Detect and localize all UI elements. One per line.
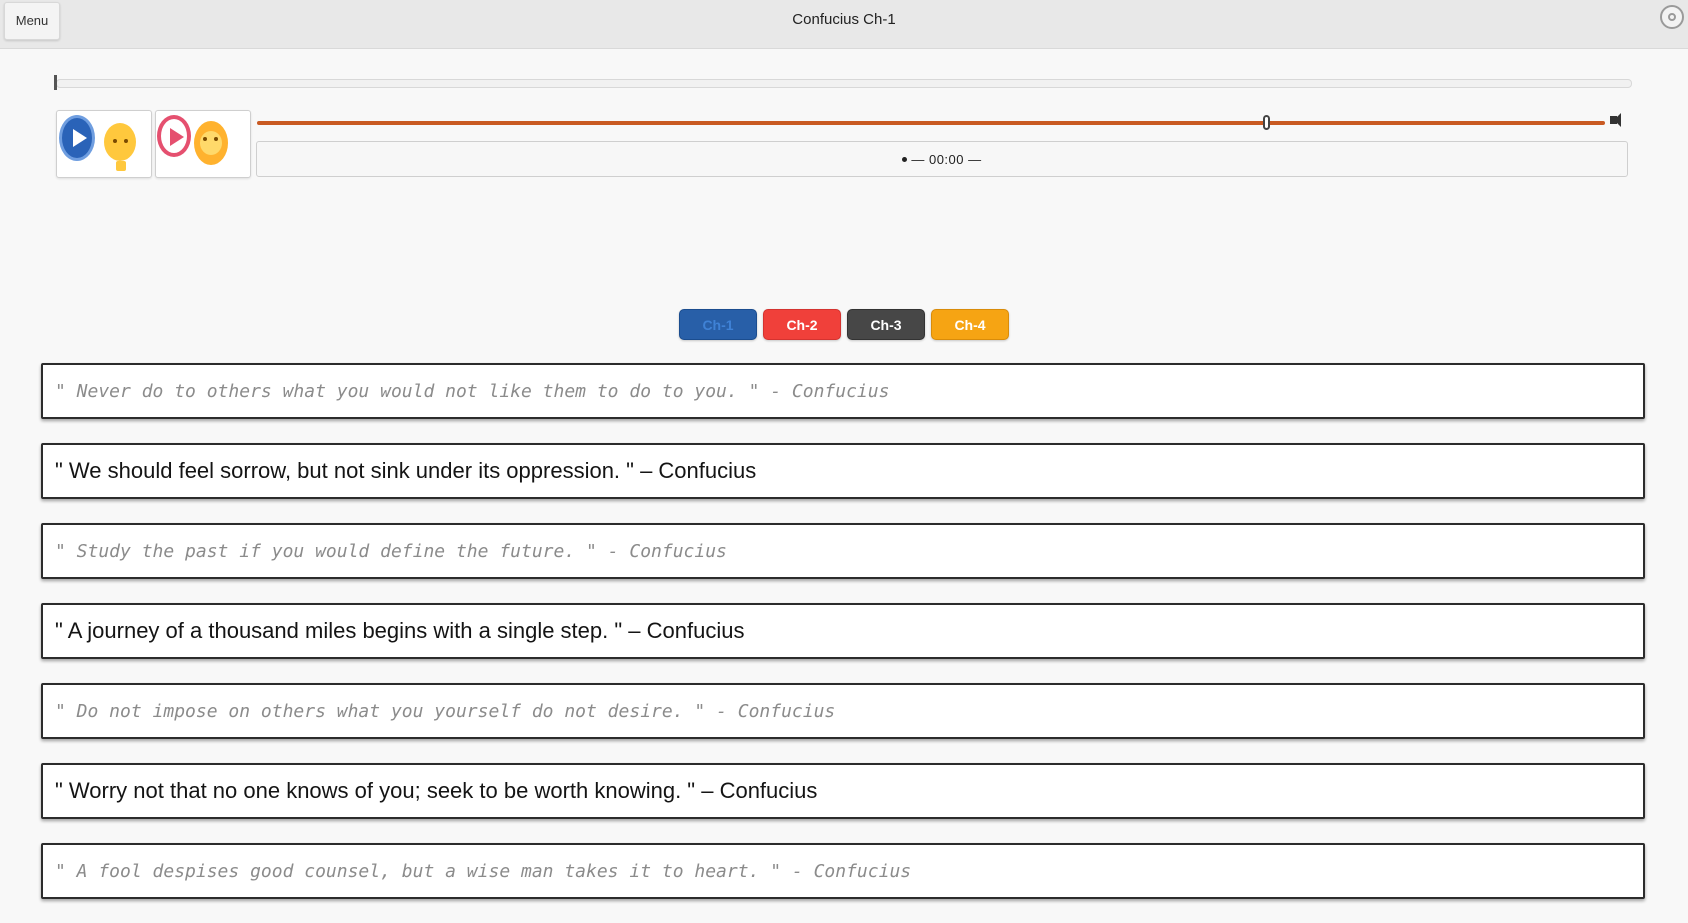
quote-item[interactable]: " We should feel sorrow, but not sink un… <box>41 443 1645 499</box>
male-voice-play-button[interactable] <box>56 110 152 178</box>
quote-list: " Never do to others what you would not … <box>41 363 1645 923</box>
man-avatar-icon <box>104 123 136 171</box>
volume-slider[interactable] <box>257 121 1605 125</box>
play-icon <box>157 115 191 157</box>
tab-ch-2[interactable]: Ch-2 <box>763 309 841 340</box>
quote-item[interactable]: " Do not impose on others what you yours… <box>41 683 1645 739</box>
tab-ch-1[interactable]: Ch-1 <box>679 309 757 340</box>
speaker-icon[interactable] <box>1610 113 1621 127</box>
volume-handle[interactable] <box>1263 115 1270 130</box>
chapter-tabs: Ch-1 Ch-2 Ch-3 Ch-4 <box>679 309 1009 340</box>
female-voice-play-button[interactable] <box>155 110 251 178</box>
settings-circle-icon[interactable] <box>1660 5 1684 29</box>
tab-ch-3[interactable]: Ch-3 <box>847 309 925 340</box>
woman-avatar-icon <box>194 121 228 165</box>
quote-item[interactable]: " A journey of a thousand miles begins w… <box>41 603 1645 659</box>
tab-ch-4[interactable]: Ch-4 <box>931 309 1009 340</box>
quote-item[interactable]: " A fool despises good counsel, but a wi… <box>41 843 1645 899</box>
play-icon <box>59 115 95 161</box>
page-title: Confucius Ch-1 <box>792 11 896 28</box>
time-display: — 00:00 — <box>256 141 1628 177</box>
seek-handle[interactable] <box>54 75 57 90</box>
record-dot-icon <box>902 156 908 162</box>
quote-item[interactable]: " Study the past if you would define the… <box>41 523 1645 579</box>
quote-item[interactable]: " Never do to others what you would not … <box>41 363 1645 419</box>
seek-bar[interactable] <box>56 79 1632 88</box>
time-text: — 00:00 — <box>911 151 982 167</box>
top-bar: Menu Confucius Ch-1 <box>0 0 1688 49</box>
quote-item[interactable]: " Worry not that no one knows of you; se… <box>41 763 1645 819</box>
